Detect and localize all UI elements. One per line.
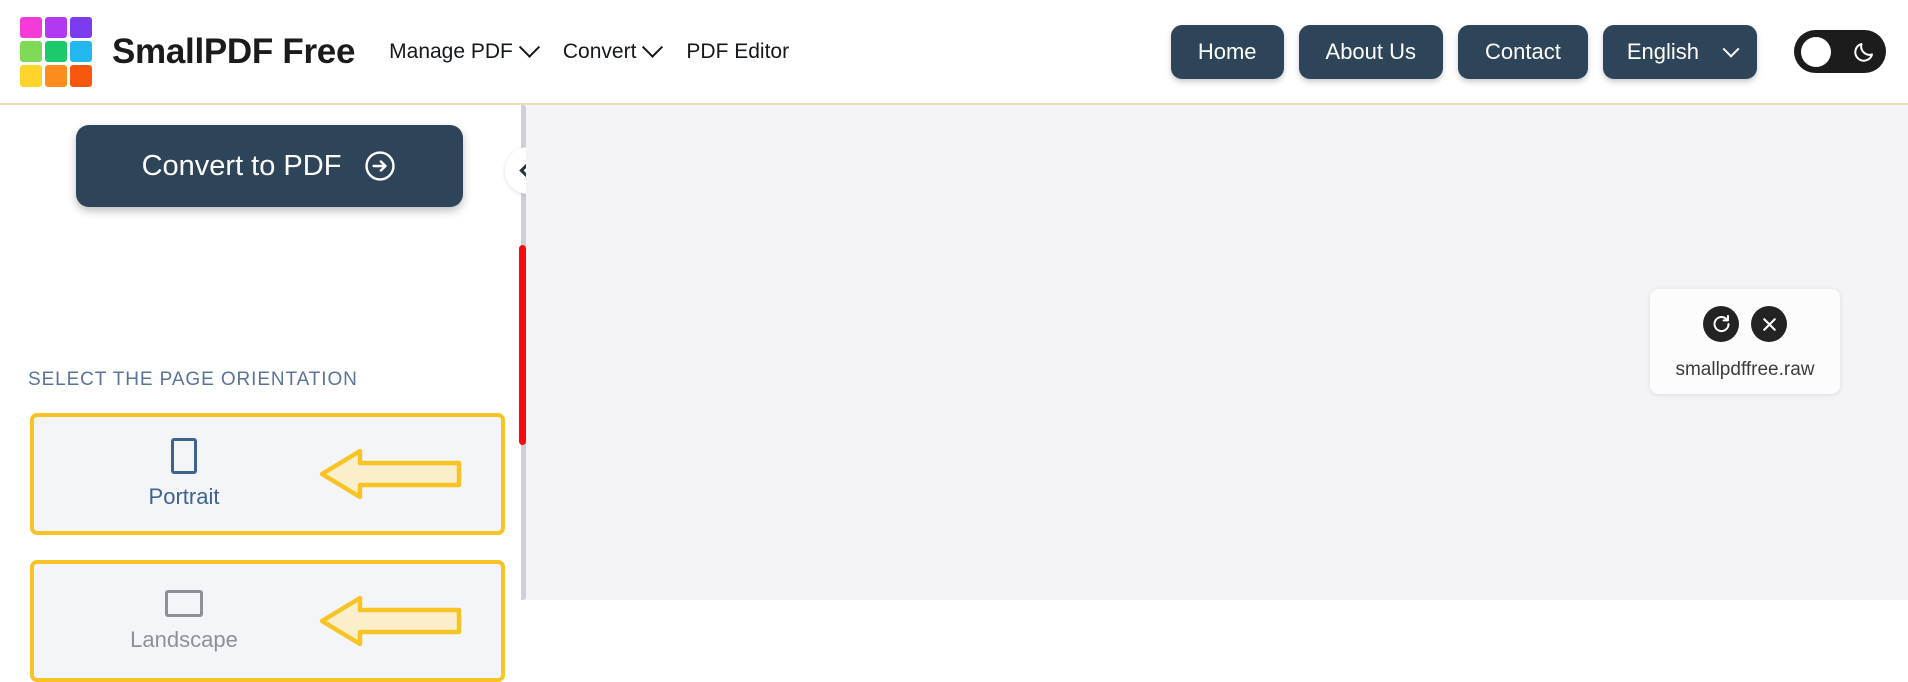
logo-cell [45,65,67,87]
orientation-option-portrait-content: Portrait [34,417,334,531]
about-us-button[interactable]: About Us [1298,24,1444,79]
document-workspace: smallpdffree.raw 1 [526,105,1908,600]
app-header: SmallPDF Free Manage PDF Convert PDF Edi… [0,0,1908,105]
file-thumbnail-card[interactable]: smallpdffree.raw [1650,289,1840,394]
chevron-down-icon [518,36,540,58]
dark-mode-toggle[interactable] [1794,30,1886,73]
brand-logo-icon [20,16,92,87]
header-right-group: Home About Us Contact English [1170,0,1886,103]
logo-cell [20,16,42,38]
left-options-panel: Convert to PDF SELECT THE PAGE ORIENTATI… [0,105,520,682]
file-name-label: smallpdffree.raw [1675,359,1815,380]
contact-button[interactable]: Contact [1458,24,1588,79]
orientation-option-label: Portrait [148,484,220,509]
close-x-icon [1762,317,1776,331]
file-card-actions [1650,306,1840,342]
chevron-down-icon [1722,40,1740,58]
portrait-rect-icon [171,438,197,474]
logo-cell [45,40,67,63]
panel-scrollbar-thumb[interactable] [519,245,526,445]
orientation-option-label: Landscape [130,626,238,652]
convert-to-pdf-button[interactable]: Convert to PDF [76,125,463,207]
orientation-option-landscape[interactable]: Landscape [30,560,505,682]
nav-item-pdf-editor[interactable]: PDF Editor [686,40,789,64]
rotate-cw-icon [1713,314,1730,332]
convert-to-pdf-label: Convert to PDF [141,149,342,182]
logo-cell [20,65,42,87]
landscape-rect-icon [165,589,203,617]
home-button[interactable]: Home [1170,24,1284,79]
logo-cell [70,16,92,38]
arrow-right-circle-icon [365,151,396,181]
orientation-option-landscape-content: Landscape [34,564,334,678]
language-selector-label: English [1626,38,1699,64]
page-orientation-section-label: SELECT THE PAGE ORIENTATION [28,369,358,390]
nav-item-label: PDF Editor [686,39,790,63]
language-selector[interactable]: English [1602,24,1757,79]
remove-file-button[interactable] [1751,306,1787,342]
logo-cell [70,65,92,87]
orientation-option-portrait[interactable]: Portrait [30,413,505,535]
nav-item-label: Manage PDF [389,39,513,63]
rotate-file-button[interactable] [1703,306,1739,342]
toggle-knob [1801,36,1831,67]
header-left-group: SmallPDF Free Manage PDF Convert PDF Edi… [20,0,789,103]
chevron-down-icon [642,36,664,58]
main-navigation: Manage PDF Convert PDF Editor [389,36,789,64]
moon-icon [1854,42,1873,62]
nav-item-label: Convert [562,39,637,63]
logo-cell [20,40,42,63]
logo-cell [45,16,67,38]
logo-cell [70,40,92,63]
app-root: SmallPDF Free Manage PDF Convert PDF Edi… [0,0,1908,682]
nav-item-convert[interactable]: Convert [562,36,664,64]
brand-title: SmallPDF Free [112,31,356,71]
nav-item-manage-pdf[interactable]: Manage PDF [389,36,540,64]
